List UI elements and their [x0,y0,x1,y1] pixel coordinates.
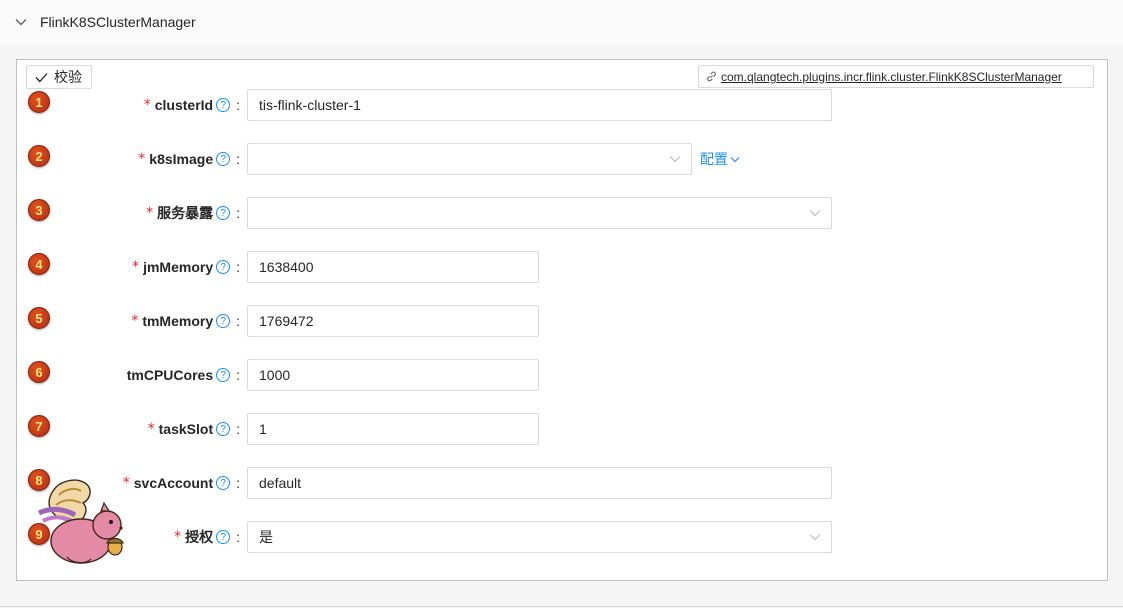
chevron-down-icon [669,156,681,163]
label-colon: : [236,367,240,383]
help-icon[interactable]: ? [216,152,231,166]
field-label: * k8sImage ? : [138,143,240,175]
verify-button[interactable]: 校验 [26,65,92,89]
step-badge: 6 [28,361,50,383]
help-icon[interactable]: ? [216,98,231,112]
required-mark: * [132,259,140,275]
verify-label: 校验 [54,69,82,85]
label-colon: : [236,97,240,113]
field-row-tmMemory: 5 * tmMemory ? : 1769472 [0,305,1123,337]
chevron-down-icon[interactable] [14,15,28,29]
field-label-text: tmCPUCores [126,367,214,383]
field-row-tmCPUCores: 6 tmCPUCores ? : 1000 [0,359,1123,391]
input-value: 1 [259,421,267,437]
help-icon[interactable]: ? [216,260,231,274]
step-badge: 3 [28,199,50,221]
tmCPUCores-input[interactable]: 1000 [247,359,539,391]
chevron-down-icon [809,534,821,541]
field-row-jmMemory: 4 * jmMemory ? : 1638400 [0,251,1123,283]
help-icon[interactable]: ? [216,314,231,328]
required-mark: * [147,421,155,437]
label-colon: : [236,205,240,221]
input-value: 1000 [259,367,291,383]
step-badge: 1 [28,91,50,113]
field-label: tmCPUCores ? : [127,359,240,391]
help-icon[interactable]: ? [216,206,231,220]
label-colon: : [236,421,240,437]
required-mark: * [143,97,151,113]
input-value: default [259,475,302,491]
label-colon: : [236,259,240,275]
config-dropdown-link[interactable]: 配置 [700,143,740,175]
field-row-service-expose: 3 * 服务暴露 ? : [0,197,1123,229]
field-row-k8sImage: 2 * k8sImage ? : 配置 [0,143,1123,175]
chevron-down-icon [809,210,821,217]
step-badge: 4 [28,253,50,275]
config-label: 配置 [700,151,728,167]
field-row-clusterId: 1 * clusterId ? : tis-flink-cluster-1 [0,89,1123,121]
link-icon [707,71,716,82]
svcAccount-input[interactable]: default [247,467,832,499]
step-badge: 2 [28,145,50,167]
label-colon: : [236,529,240,545]
input-value: tis-flink-cluster-1 [259,97,361,113]
label-colon: : [236,475,240,491]
field-label: * clusterId ? : [144,89,240,121]
impl-link-text: com.qlangtech.plugins.incr.flink.cluster… [721,69,1062,84]
select-value: 是 [259,529,273,545]
taskSlot-input[interactable]: 1 [247,413,539,445]
step-badge: 5 [28,307,50,329]
divider [0,606,1123,607]
required-mark: * [174,529,182,545]
field-label-text: svcAccount [133,475,214,491]
panel-header[interactable]: FlinkK8SClusterManager [0,0,1123,44]
field-label-text: 授权 [185,529,214,545]
help-icon[interactable]: ? [216,368,231,382]
input-value: 1638400 [259,259,314,275]
help-icon[interactable]: ? [216,530,231,544]
field-label-text: jmMemory [143,259,214,275]
field-row-authorization: 9 * 授权 ? : 是 [0,521,1123,553]
service-expose-select[interactable] [247,197,832,229]
step-badge: 9 [28,523,50,545]
required-mark: * [146,205,154,221]
k8sImage-select[interactable] [247,143,692,175]
check-icon [35,72,48,82]
field-row-taskSlot: 7 * taskSlot ? : 1 [0,413,1123,445]
field-label-text: 服务暴露 [157,205,214,221]
field-label: * 服务暴露 ? : [146,197,240,229]
field-label-text: tmMemory [142,313,214,329]
field-label: * jmMemory ? : [132,251,240,283]
help-icon[interactable]: ? [216,422,231,436]
tmMemory-input[interactable]: 1769472 [247,305,539,337]
input-value: 1769472 [259,313,314,329]
field-label: * 授权 ? : [174,521,240,553]
field-label-text: clusterId [154,97,214,113]
impl-link[interactable]: com.qlangtech.plugins.incr.flink.cluster… [698,65,1094,88]
label-colon: : [236,151,240,167]
field-label: * taskSlot ? : [148,413,240,445]
field-row-svcAccount: 8 * svcAccount ? : default [0,467,1123,499]
chevron-down-icon [730,156,740,162]
field-label-text: taskSlot [158,421,214,437]
field-label: * tmMemory ? : [131,305,240,337]
field-label: * svcAccount ? : [123,467,240,499]
required-mark: * [131,313,139,329]
field-label-text: k8sImage [149,151,214,167]
step-badge: 7 [28,415,50,437]
label-colon: : [236,313,240,329]
authorization-select[interactable]: 是 [247,521,832,553]
panel-title: FlinkK8SClusterManager [40,14,196,30]
required-mark: * [138,151,146,167]
clusterId-input[interactable]: tis-flink-cluster-1 [247,89,832,121]
help-icon[interactable]: ? [216,476,231,490]
jmMemory-input[interactable]: 1638400 [247,251,539,283]
